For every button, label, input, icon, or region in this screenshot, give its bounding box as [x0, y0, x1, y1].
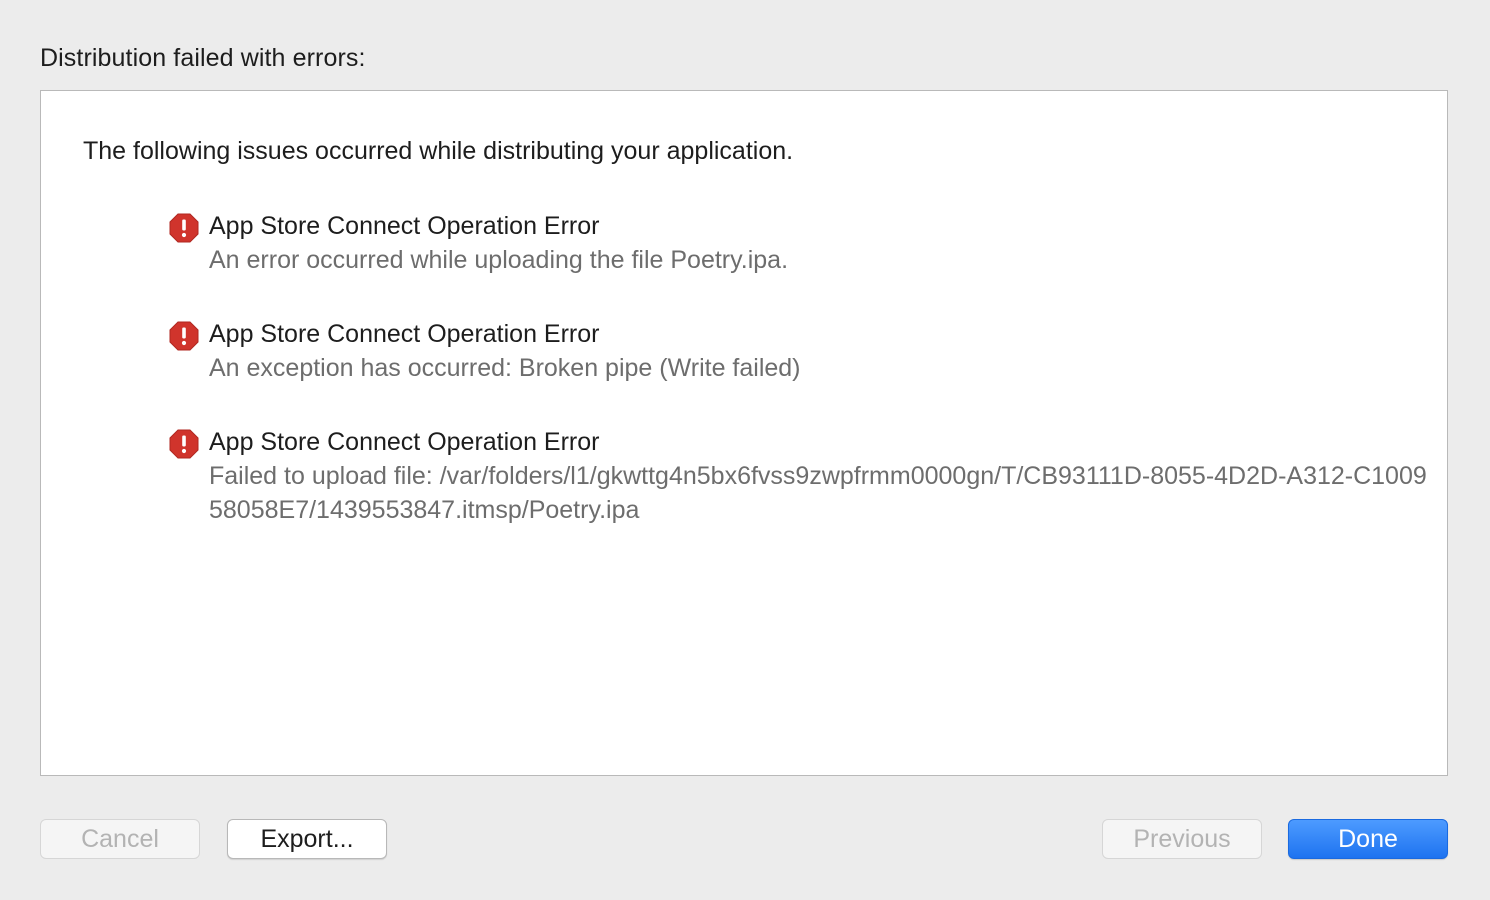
error-icon: [169, 429, 199, 459]
previous-button[interactable]: Previous: [1102, 819, 1262, 859]
issue-item: App Store Connect Operation Error Failed…: [169, 425, 1439, 527]
issue-title: App Store Connect Operation Error: [209, 428, 600, 456]
issue-title: App Store Connect Operation Error: [209, 212, 600, 240]
issue-detail: An error occurred while uploading the fi…: [209, 246, 789, 274]
issues-panel: The following issues occurred while dist…: [40, 90, 1448, 776]
error-icon: [169, 321, 199, 351]
issue-detail: An exception has occurred: Broken pipe (…: [209, 354, 801, 382]
dialog-heading: Distribution failed with errors:: [40, 44, 366, 72]
issues-intro: The following issues occurred while dist…: [83, 137, 794, 165]
issue-item: App Store Connect Operation Error An err…: [169, 209, 1439, 277]
cancel-button[interactable]: Cancel: [40, 819, 200, 859]
issue-list: App Store Connect Operation Error An err…: [169, 209, 1439, 567]
export-button[interactable]: Export...: [227, 819, 387, 859]
issue-detail: Failed to upload file: /var/folders/l1/g…: [209, 462, 1427, 524]
distribution-dialog: Distribution failed with errors: The fol…: [0, 0, 1490, 900]
issue-title: App Store Connect Operation Error: [209, 320, 600, 348]
done-button[interactable]: Done: [1288, 819, 1448, 859]
error-icon: [169, 213, 199, 243]
issue-item: App Store Connect Operation Error An exc…: [169, 317, 1439, 385]
